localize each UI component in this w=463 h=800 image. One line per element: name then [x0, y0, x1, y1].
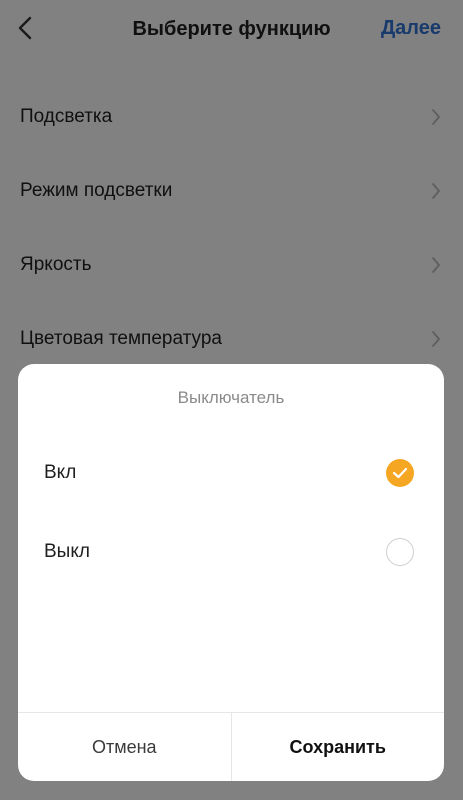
- option-label: Выкл: [44, 541, 90, 562]
- switch-dialog: Выключатель Вкл Выкл Отмена Сохранить: [18, 364, 444, 781]
- cancel-button[interactable]: Отмена: [18, 713, 232, 781]
- radio-unchecked-icon[interactable]: [386, 538, 414, 566]
- save-button[interactable]: Сохранить: [232, 713, 445, 781]
- option-off[interactable]: Выкл: [18, 522, 444, 582]
- option-on[interactable]: Вкл: [18, 443, 444, 503]
- radio-checked-icon[interactable]: [386, 459, 414, 487]
- dialog-title: Выключатель: [177, 388, 285, 407]
- dialog-footer: Отмена Сохранить: [18, 712, 444, 781]
- option-label: Вкл: [44, 462, 77, 483]
- checkmark-icon: [392, 467, 408, 479]
